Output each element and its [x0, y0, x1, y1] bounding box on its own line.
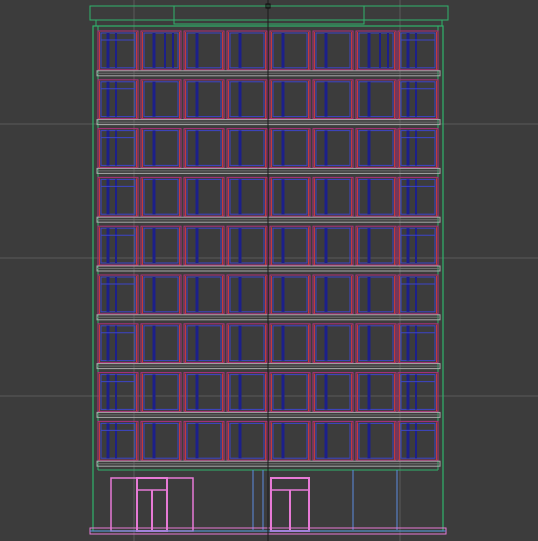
cad-elevation-viewport[interactable]: [0, 0, 538, 541]
building-elevation-drawing: [0, 0, 538, 541]
